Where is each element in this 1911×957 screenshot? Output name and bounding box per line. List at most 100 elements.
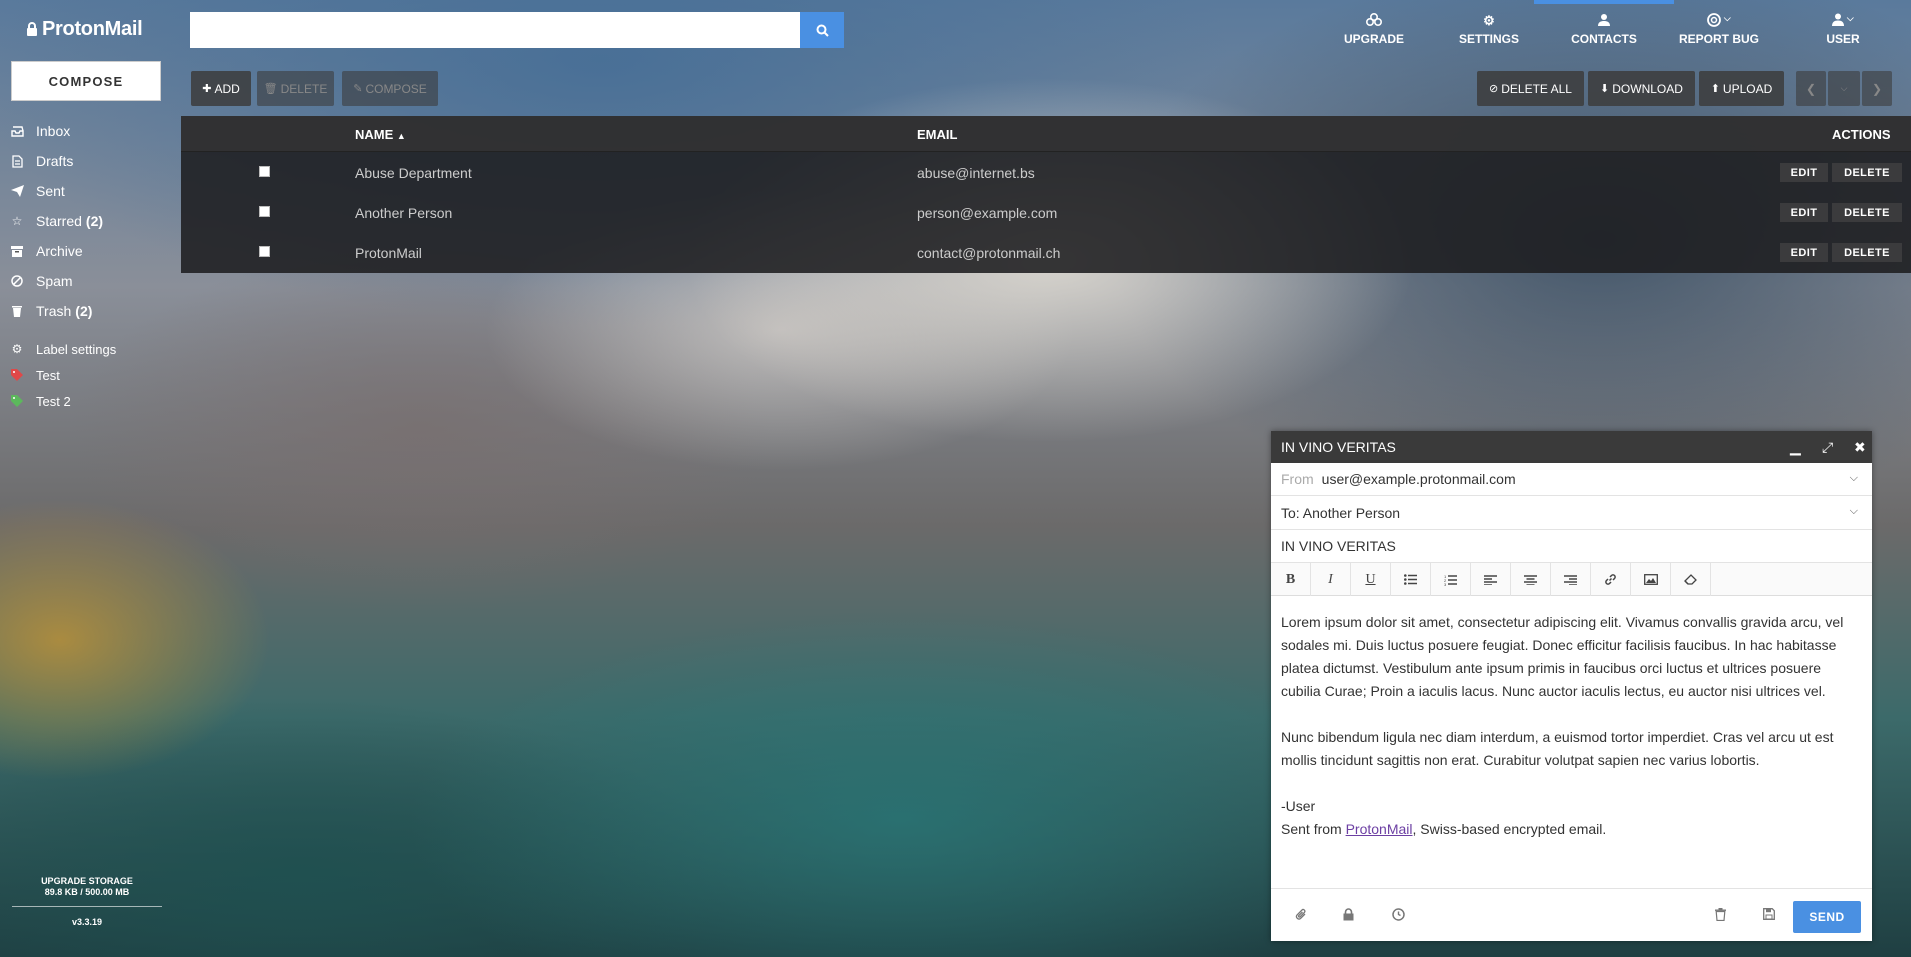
- eraser-icon[interactable]: [1671, 563, 1711, 596]
- nav-user[interactable]: ⌵ USER: [1793, 0, 1893, 60]
- column-header-actions: ACTIONS: [1832, 127, 1891, 142]
- delete-row-button[interactable]: DELETE: [1832, 203, 1902, 222]
- delete-label: DELETE: [280, 81, 328, 96]
- sidebar-item-label: Drafts: [36, 153, 74, 169]
- chevron-down-icon[interactable]: ⌵: [1850, 505, 1858, 518]
- column-header-email[interactable]: EMAIL: [917, 127, 957, 142]
- italic-icon[interactable]: I: [1311, 563, 1351, 596]
- expiration-clock-icon[interactable]: [1392, 908, 1408, 924]
- user-icon: ⌵: [1793, 13, 1893, 29]
- nav-user-label: USER: [1826, 32, 1860, 46]
- bullet-list-icon[interactable]: [1391, 563, 1431, 596]
- underline-icon[interactable]: U: [1351, 563, 1391, 596]
- logo[interactable]: ProtonMail: [26, 18, 143, 41]
- sort-asc-icon: ▲: [396, 131, 406, 141]
- prev-page-button[interactable]: ❮: [1796, 71, 1826, 106]
- edit-button[interactable]: EDIT: [1780, 203, 1828, 222]
- lifebuoy-icon: ⌵: [1669, 13, 1769, 29]
- nav-contacts[interactable]: CONTACTS: [1534, 0, 1674, 60]
- next-page-button[interactable]: ❯: [1862, 71, 1892, 106]
- table-row[interactable]: Another Person person@example.com EDIT D…: [181, 193, 1911, 233]
- storage-info[interactable]: UPGRADE STORAGE 89.8 KB / 500.00 MB: [12, 876, 162, 898]
- link-icon[interactable]: [1591, 563, 1631, 596]
- subject-field[interactable]: IN VINO VERITAS: [1271, 530, 1872, 563]
- search-input[interactable]: [190, 12, 800, 48]
- sidebar-item-starred[interactable]: ☆ Starred (2): [10, 206, 170, 236]
- contact-name[interactable]: Another Person: [355, 205, 452, 221]
- ban-icon: ⊘: [1489, 83, 1499, 95]
- sidebar: ProtonMail COMPOSE Inbox Drafts Sent ☆ St…: [0, 0, 180, 957]
- compose-to-button[interactable]: ✎ COMPOSE: [342, 71, 438, 106]
- send-button[interactable]: SEND: [1793, 901, 1861, 933]
- align-center-icon[interactable]: [1511, 563, 1551, 596]
- composer-footer: SEND: [1271, 888, 1872, 941]
- contact-name[interactable]: ProtonMail: [355, 245, 422, 261]
- page-select[interactable]: ⌵: [1828, 71, 1860, 106]
- compose-button[interactable]: COMPOSE: [11, 61, 161, 101]
- delete-row-button[interactable]: DELETE: [1832, 243, 1902, 262]
- delete-row-button[interactable]: DELETE: [1832, 163, 1902, 182]
- attachment-icon[interactable]: [1295, 908, 1311, 924]
- search-button[interactable]: [800, 12, 844, 48]
- sidebar-item-trash[interactable]: Trash (2): [10, 296, 170, 326]
- column-header-name[interactable]: NAME ▲: [355, 127, 406, 142]
- upgrade-storage-label[interactable]: UPGRADE STORAGE: [12, 876, 162, 887]
- nav-report-bug-label: REPORT BUG: [1678, 32, 1759, 46]
- to-field[interactable]: To: Another Person ⌵: [1271, 496, 1872, 530]
- save-icon[interactable]: [1763, 908, 1779, 924]
- nav-settings[interactable]: ⚙ SETTINGS: [1439, 0, 1539, 60]
- upload-button[interactable]: ⬆ UPLOAD: [1699, 71, 1784, 106]
- row-checkbox[interactable]: [259, 206, 270, 217]
- sidebar-item-inbox[interactable]: Inbox: [10, 116, 170, 146]
- nav-report-bug[interactable]: ⌵ REPORT BUG: [1669, 0, 1769, 60]
- contact-email[interactable]: person@example.com: [917, 205, 1057, 221]
- sidebar-item-sent[interactable]: Sent: [10, 176, 170, 206]
- contact-email[interactable]: contact@protonmail.ch: [917, 245, 1060, 261]
- sidebar-item-label: Archive: [36, 243, 83, 259]
- compose-label: COMPOSE: [365, 81, 427, 96]
- search-icon: [816, 24, 829, 37]
- align-left-icon[interactable]: [1471, 563, 1511, 596]
- row-checkbox[interactable]: [259, 246, 270, 257]
- table-row[interactable]: Abuse Department abuse@internet.bs EDIT …: [181, 153, 1911, 193]
- edit-button[interactable]: EDIT: [1780, 163, 1828, 182]
- lock-icon[interactable]: [1343, 908, 1359, 924]
- contact-email[interactable]: abuse@internet.bs: [917, 165, 1035, 181]
- spam-icon: [10, 274, 24, 288]
- signature-prefix: Sent from: [1281, 821, 1346, 837]
- sidebar-item-drafts[interactable]: Drafts: [10, 146, 170, 176]
- sent-icon: [10, 184, 24, 198]
- bold-icon[interactable]: B: [1271, 563, 1311, 596]
- message-body[interactable]: Lorem ipsum dolor sit amet, consectetur …: [1281, 611, 1856, 841]
- image-icon[interactable]: [1631, 563, 1671, 596]
- download-button[interactable]: ⬇ DOWNLOAD: [1588, 71, 1695, 106]
- sidebar-item-label-settings[interactable]: ⚙ Label settings: [10, 336, 170, 362]
- align-right-icon[interactable]: [1551, 563, 1591, 596]
- add-button[interactable]: ✚ ADD: [191, 71, 251, 106]
- delete-all-button[interactable]: ⊘ DELETE ALL: [1477, 71, 1584, 106]
- sidebar-item-label-test[interactable]: Test: [10, 362, 170, 388]
- from-field[interactable]: From user@example.protonmail.com ⌵: [1271, 463, 1872, 496]
- table-row[interactable]: ProtonMail contact@protonmail.ch EDIT DE…: [181, 233, 1911, 273]
- protonmail-link[interactable]: ProtonMail: [1346, 821, 1413, 837]
- numbered-list-icon[interactable]: 123: [1431, 563, 1471, 596]
- delete-button[interactable]: 🗑 DELETE: [257, 71, 334, 106]
- minimize-icon[interactable]: ▁: [1790, 439, 1801, 455]
- composer-header[interactable]: IN VINO VERITAS ▁ ⤢ ✖: [1271, 431, 1872, 463]
- sidebar-item-label-test-2[interactable]: Test 2: [10, 388, 170, 414]
- expand-icon[interactable]: ⤢: [1822, 439, 1833, 455]
- sidebar-item-archive[interactable]: Archive: [10, 236, 170, 266]
- version-label: v3.3.19: [71, 917, 103, 927]
- drafts-icon: [10, 154, 24, 168]
- edit-button[interactable]: EDIT: [1780, 243, 1828, 262]
- chevron-down-icon: ⌵: [1840, 83, 1848, 93]
- storage-divider: [12, 906, 162, 907]
- contact-name[interactable]: Abuse Department: [355, 165, 472, 181]
- tag-icon: [10, 394, 24, 408]
- discard-trash-icon[interactable]: [1715, 908, 1731, 924]
- row-checkbox[interactable]: [259, 166, 270, 177]
- nav-upgrade[interactable]: UPGRADE: [1324, 0, 1424, 60]
- close-icon[interactable]: ✖: [1854, 439, 1866, 455]
- chevron-down-icon[interactable]: ⌵: [1850, 472, 1858, 485]
- sidebar-item-spam[interactable]: Spam: [10, 266, 170, 296]
